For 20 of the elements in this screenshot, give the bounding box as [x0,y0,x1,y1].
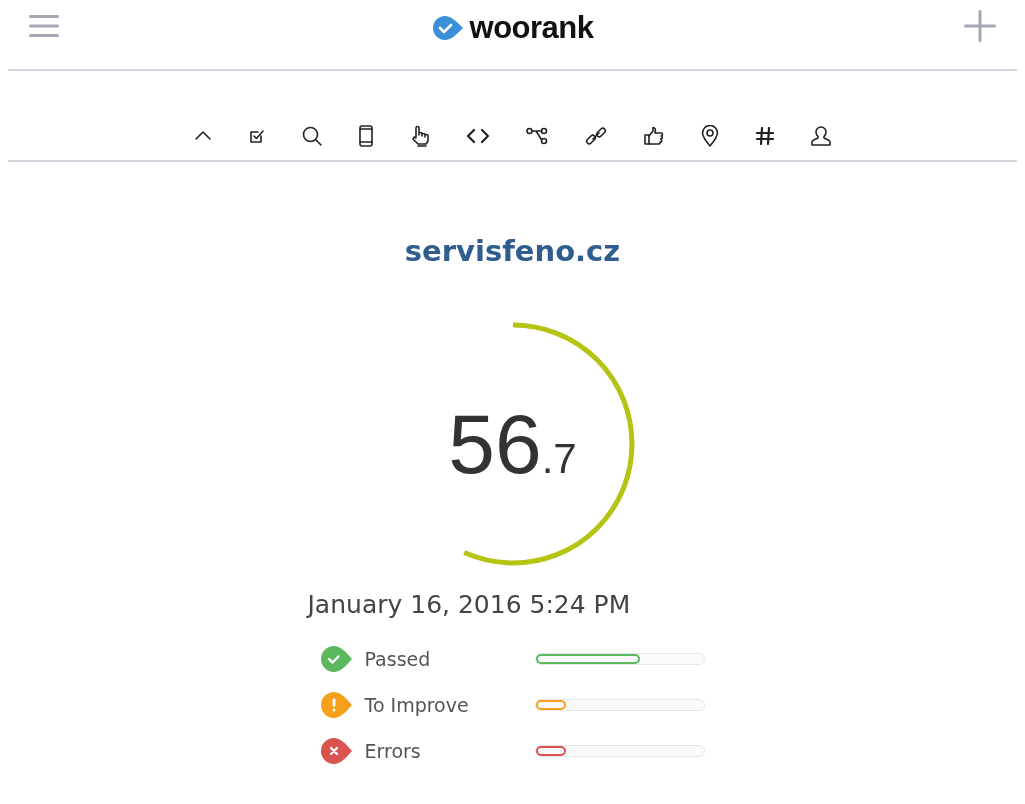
score-value: 56 [448,395,542,493]
checkbox-icon[interactable] [249,127,265,144]
user-icon[interactable] [811,125,831,146]
nodes-icon[interactable] [526,126,548,145]
code-icon[interactable] [467,127,489,144]
website-domain: servisfeno.cz [404,234,621,268]
report-date: January 16, 2016 5:24 PM [307,590,631,619]
status-label: Passed [364,648,432,670]
mobile-phone-icon[interactable] [359,124,373,147]
status-label: To Improve [364,694,470,716]
logo-text: woorank [469,10,594,46]
logo-icon [431,15,464,41]
location-pin-icon[interactable] [701,124,719,147]
score-decimal: .7 [541,434,577,483]
search-icon[interactable] [302,125,322,146]
pointing-hand-icon[interactable] [410,124,430,147]
thumbs-up-icon[interactable] [644,125,664,146]
status-label: Errors [364,740,422,762]
hashtag-icon[interactable] [756,126,774,145]
link-icon[interactable] [585,124,607,147]
